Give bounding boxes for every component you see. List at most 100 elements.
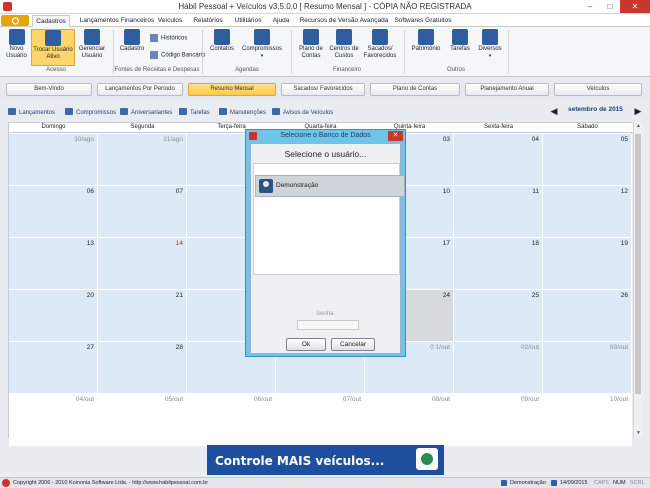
calendar-day-cell[interactable]: 10/out bbox=[543, 394, 632, 446]
calendar-scrollbar[interactable]: ▲ ▼ bbox=[633, 122, 642, 438]
promo-banner[interactable]: Controle MAIS veículos... bbox=[207, 445, 444, 475]
dialog-close-button[interactable]: ✕ bbox=[388, 131, 403, 141]
ok-button[interactable]: Ok bbox=[286, 338, 326, 351]
nav-lancamentos-periodo[interactable]: Lançamentos Por Período bbox=[97, 83, 183, 96]
calendar-day-cell[interactable]: 06/out bbox=[187, 394, 276, 446]
day-number: 11 bbox=[532, 188, 539, 195]
minimize-button[interactable]: – bbox=[580, 0, 600, 13]
sacados-favorecidos-button[interactable]: Sacados/ Favorecidos bbox=[362, 29, 398, 60]
scroll-thumb[interactable] bbox=[635, 134, 641, 394]
filter-avisos-veiculos[interactable]: Avisos de Veículos bbox=[272, 108, 333, 116]
calendar-day-cell[interactable]: 11 bbox=[454, 186, 543, 238]
user-icon bbox=[259, 179, 273, 193]
tab-cadastros[interactable]: Cadastros bbox=[32, 15, 70, 27]
diversos-button[interactable]: Diversos ▾ bbox=[476, 29, 504, 60]
calendar-day-cell[interactable]: 27 bbox=[9, 342, 98, 394]
plano-de-contas-button[interactable]: Plano de Contas bbox=[296, 29, 326, 60]
day-number: 07 bbox=[175, 188, 183, 195]
gerenciar-usuario-button[interactable]: Gerenciar Usuário bbox=[78, 29, 106, 60]
scroll-down-icon[interactable]: ▼ bbox=[634, 429, 643, 438]
nav-resumo-mensal[interactable]: Resumo Mensal bbox=[188, 83, 276, 96]
prev-month-button[interactable]: ◀ bbox=[548, 106, 560, 118]
nav-veiculos[interactable]: Veículos bbox=[554, 83, 642, 96]
calendar-day-cell[interactable]: 05/out bbox=[98, 394, 187, 446]
num-indicator: NUM bbox=[613, 480, 626, 486]
scroll-up-icon[interactable]: ▲ bbox=[634, 122, 643, 131]
calendar-day-cell[interactable]: 04 bbox=[454, 134, 543, 186]
calendar-day-cell[interactable]: 14 bbox=[98, 238, 187, 290]
calendar-day-cell[interactable]: 20 bbox=[9, 290, 98, 342]
calendar-day-cell[interactable]: 31/ago bbox=[98, 134, 187, 186]
calendar-day-cell[interactable]: 25 bbox=[454, 290, 543, 342]
quick-access-button[interactable] bbox=[1, 15, 29, 26]
filter-aniversariantes[interactable]: Aniversariantes bbox=[120, 108, 172, 116]
app-menu-icon bbox=[11, 17, 20, 25]
filter-tarefas[interactable]: Tarefas bbox=[179, 108, 210, 116]
calendar-day-cell[interactable]: 28 bbox=[98, 342, 187, 394]
filter-compromissos[interactable]: Compromissos bbox=[65, 108, 116, 116]
tab-lancamentos-financeiros[interactable]: Lançamentos Financeiros bbox=[74, 15, 160, 27]
contatos-button[interactable]: Contatos bbox=[207, 29, 237, 53]
next-month-button[interactable]: ▶ bbox=[632, 106, 644, 118]
group-separator bbox=[202, 30, 203, 74]
patrimonio-button[interactable]: Patrimônio bbox=[409, 29, 443, 53]
nav-planejamento-anual[interactable]: Planejamento Anual bbox=[465, 83, 549, 96]
switch-user-icon bbox=[45, 30, 61, 46]
tab-ajuda[interactable]: Ajuda bbox=[270, 15, 292, 27]
user-list[interactable]: Demonstração bbox=[253, 163, 405, 275]
password-field[interactable] bbox=[297, 320, 359, 330]
centros-de-custos-button[interactable]: Centros de Custos bbox=[329, 29, 359, 60]
calendar-day-cell[interactable]: 21 bbox=[98, 290, 187, 342]
nav-sacados-favorecidos[interactable]: Sacados/ Favorecidos bbox=[281, 83, 365, 96]
calendar-day-cell[interactable]: 13 bbox=[9, 238, 98, 290]
codigo-bancario-button[interactable]: Código Bancário bbox=[150, 51, 205, 59]
cadastro-button[interactable]: Cadastro bbox=[118, 29, 146, 53]
calendar-day-cell[interactable]: 18 bbox=[454, 238, 543, 290]
filter-lancamentos[interactable]: Lançamentos bbox=[8, 108, 55, 116]
maximize-button[interactable]: □ bbox=[600, 0, 620, 13]
calendar-toolbar: Lançamentos Compromissos Aniversariantes… bbox=[0, 104, 650, 120]
tab-recursos-versao-avancada[interactable]: Recursos de Versão Avançada bbox=[296, 15, 392, 27]
ribbon-tabs: Cadastros Lançamentos Financeiros Veícul… bbox=[0, 14, 650, 27]
chart-of-accounts-icon bbox=[303, 29, 319, 45]
user-list-item[interactable]: Demonstração bbox=[255, 175, 405, 197]
calendar-day-cell[interactable]: 03/out bbox=[543, 342, 632, 394]
calendar-day-cell[interactable]: 05 bbox=[543, 134, 632, 186]
close-button[interactable]: ✕ bbox=[620, 0, 650, 13]
calendar-day-cell[interactable]: 26 bbox=[543, 290, 632, 342]
status-date: 14/09/2015 bbox=[560, 480, 588, 486]
tab-relatorios[interactable]: Relatórios bbox=[190, 15, 226, 27]
group-label-agendas: Agendas bbox=[235, 67, 259, 73]
current-month-label: setembro de 2015 bbox=[568, 106, 623, 113]
calendar-day-cell[interactable]: 02/out bbox=[454, 342, 543, 394]
day-number: 08/out bbox=[431, 396, 450, 403]
calendar-day-cell[interactable]: 30/ago bbox=[9, 134, 98, 186]
nav-plano-de-contas[interactable]: Plano de Contas bbox=[370, 83, 460, 96]
calendar-day-cell[interactable]: 19 bbox=[543, 238, 632, 290]
calendar-day-cell[interactable]: 04/out bbox=[9, 394, 98, 446]
trocar-usuario-button[interactable]: Trocar Usuário Ativo bbox=[31, 29, 75, 66]
compromissos-button[interactable]: Compromissos ▾ bbox=[240, 29, 284, 60]
cancel-button[interactable]: Cancelar bbox=[331, 338, 375, 351]
tab-veiculos[interactable]: Veículos bbox=[155, 15, 185, 27]
day-header: Segunda bbox=[130, 124, 155, 130]
day-number: 20 bbox=[86, 292, 94, 299]
nav-bem-vindo[interactable]: Bem-Vindo bbox=[6, 83, 92, 96]
novo-usuario-button[interactable]: Novo Usuário bbox=[4, 29, 29, 60]
group-label-financeiro: Financeiro bbox=[332, 67, 361, 73]
select-user-dialog: Selecione o Banco de Dados ✕ Selecione o… bbox=[245, 129, 406, 357]
list-icon bbox=[8, 108, 16, 115]
calendar-day-cell[interactable]: 06 bbox=[9, 186, 98, 238]
historicos-button[interactable]: Históricos bbox=[150, 34, 187, 42]
calendar-day-cell[interactable]: 09/out bbox=[454, 394, 543, 446]
cadastro-icon bbox=[124, 29, 140, 45]
tab-utilitarios[interactable]: Utilitários bbox=[231, 15, 265, 27]
tab-softwares-gratuitos[interactable]: Softwares Gratuitos bbox=[393, 15, 453, 27]
tarefas-button[interactable]: Tarefas bbox=[447, 29, 473, 53]
day-number: 21 bbox=[175, 292, 183, 299]
calendar-day-cell[interactable]: 07/out bbox=[276, 394, 365, 446]
calendar-day-cell[interactable]: 12 bbox=[543, 186, 632, 238]
calendar-day-cell[interactable]: 08/out bbox=[365, 394, 454, 446]
calendar-day-cell[interactable]: 07 bbox=[98, 186, 187, 238]
filter-manutencoes[interactable]: Manutenções bbox=[219, 108, 266, 116]
